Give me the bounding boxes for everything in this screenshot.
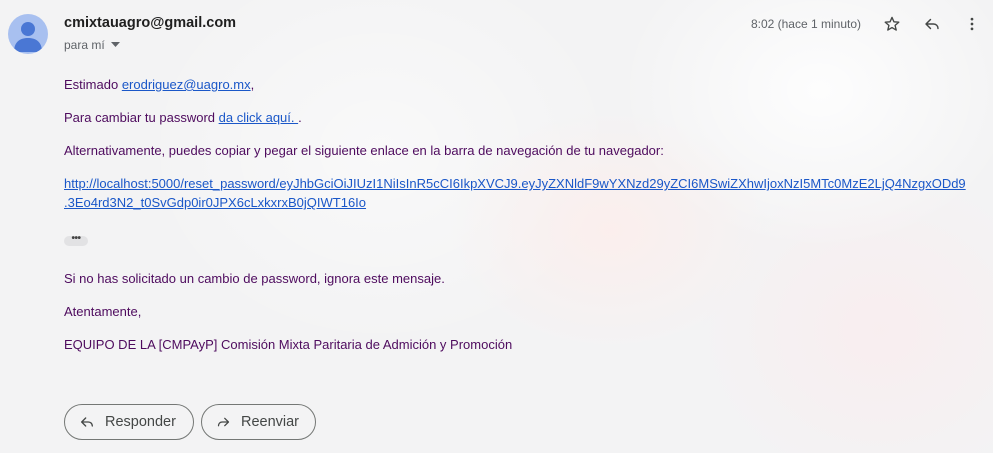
reset-click-link[interactable]: da click aquí. [219, 110, 299, 125]
greeting-line: Estimado erodriguez@uagro.mx, [64, 77, 254, 92]
reply-icon-button[interactable] [920, 12, 944, 36]
alternative-instructions: Alternativamente, puedes copiar y pegar … [64, 143, 664, 158]
forward-icon [217, 417, 230, 427]
ellipsis-label: ••• [71, 233, 81, 244]
dropdown-caret-icon [110, 42, 120, 47]
change-suffix: . [298, 110, 302, 125]
sender-email: cmixtauagro@gmail.com [64, 15, 237, 31]
message-timestamp: 8:02 (hace 1 minuto) [750, 17, 861, 31]
recipient-toggle[interactable]: para mí [64, 38, 120, 52]
greeting-prefix: Estimado [64, 77, 122, 92]
change-prefix: Para cambiar tu password [64, 110, 219, 125]
more-options-button[interactable] [960, 12, 984, 36]
reset-url-link-line2[interactable]: .3Eo4rd3N2_t0SvGdp0ir0JPX6cLxkxrxB0jQIWT… [64, 195, 366, 210]
star-icon [884, 16, 900, 31]
greeting-email-link[interactable]: erodriguez@uagro.mx [122, 77, 251, 92]
show-trimmed-content-button[interactable]: ••• [64, 233, 88, 246]
forward-button[interactable]: Reenviar [201, 404, 316, 440]
recipient-label: para mí [64, 38, 105, 52]
reply-button-label: Responder [105, 414, 176, 430]
sender-avatar[interactable] [8, 14, 48, 54]
reset-url-link-line1[interactable]: http://localhost:5000/reset_password/eyJ… [64, 176, 966, 191]
greeting-suffix: , [250, 77, 255, 92]
reply-icon [925, 18, 939, 30]
reply-button[interactable]: Responder [64, 404, 194, 440]
forward-button-label: Reenviar [240, 414, 299, 430]
more-vert-icon [970, 17, 974, 31]
change-password-line: Para cambiar tu password da click aquí. … [64, 110, 302, 125]
signature-line: EQUIPO DE LA [CMPAyP] Comisión Mixta Par… [64, 337, 513, 352]
ignore-notice: Si no has solicitado un cambio de passwo… [64, 271, 445, 286]
closing-line: Atentamente, [64, 304, 142, 319]
person-avatar-icon [14, 22, 42, 52]
reply-icon [81, 417, 93, 427]
star-button[interactable] [880, 12, 904, 36]
